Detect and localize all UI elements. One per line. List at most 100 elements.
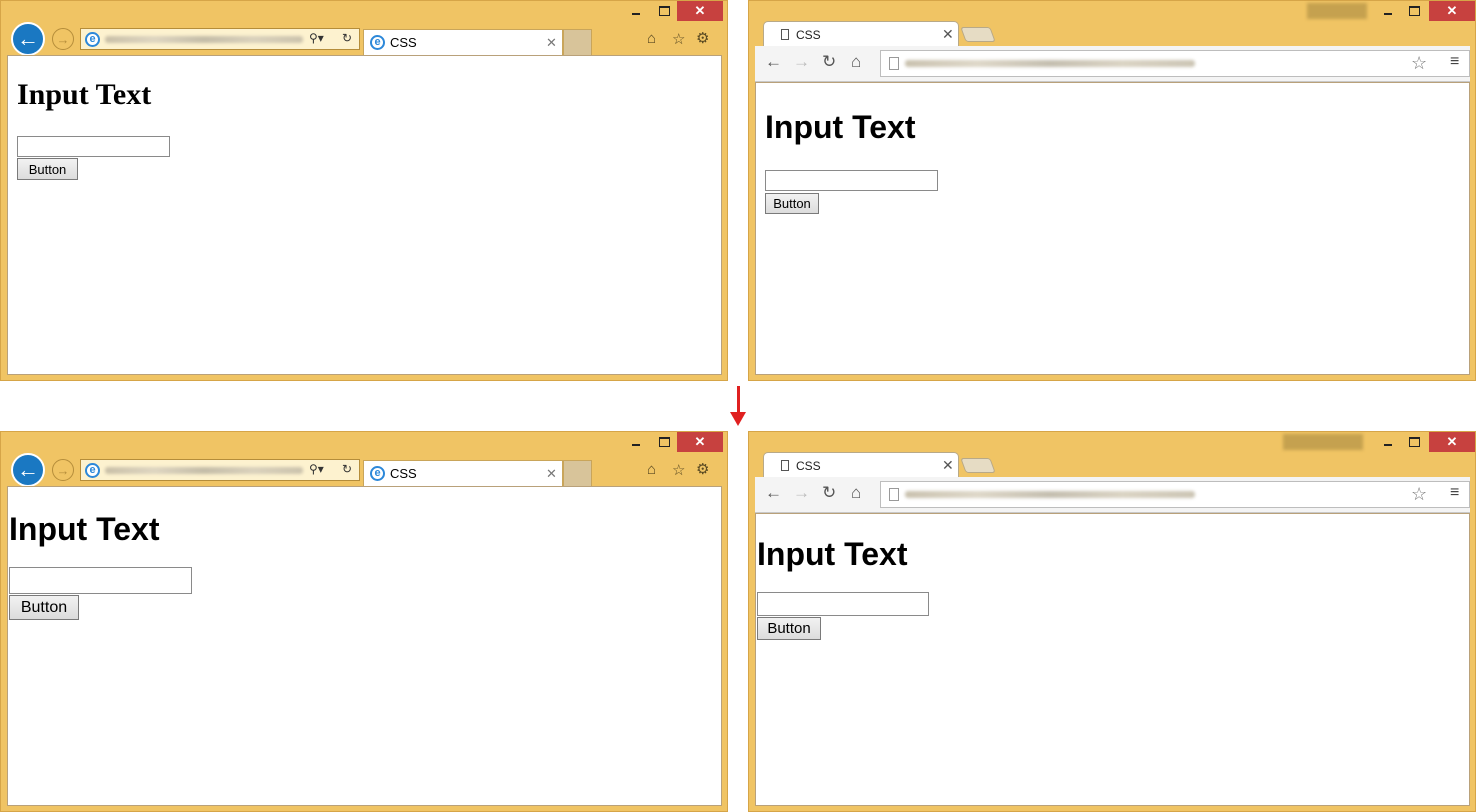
forward-arrow-icon[interactable]: → (793, 52, 810, 72)
page-heading: Input Text (17, 78, 152, 111)
bookmark-star-icon[interactable]: ☆ (1411, 53, 1427, 74)
address-bar[interactable]: e ⚲▾ ↻ (80, 28, 360, 50)
minimize-button[interactable] (1375, 432, 1401, 452)
page-viewport: Input Text Button (7, 55, 722, 375)
blurred-url (105, 467, 303, 474)
minimize-button[interactable] (1375, 1, 1401, 21)
page-icon (889, 488, 899, 501)
new-tab-button[interactable] (960, 27, 996, 42)
back-button[interactable]: ← (11, 22, 45, 56)
forward-arrow-icon: → (56, 31, 70, 47)
menu-icon[interactable]: ≡ (1450, 53, 1459, 71)
home-icon[interactable]: ⌂ (851, 483, 861, 503)
text-input[interactable] (757, 592, 929, 616)
search-icon[interactable]: ⚲▾ (309, 31, 324, 45)
new-tab-button[interactable] (960, 458, 996, 473)
submit-button[interactable]: Button (757, 617, 821, 640)
tab-close-icon[interactable]: ✕ (546, 35, 557, 51)
forward-button[interactable]: → (52, 459, 74, 481)
menu-icon[interactable]: ≡ (1450, 484, 1459, 502)
maximize-icon (1408, 6, 1420, 16)
chrome-window-after: ✕ CSS ✕ ← → ↻ ⌂ ☆ ≡ Input Text Button (748, 431, 1476, 812)
tab-close-icon[interactable]: ✕ (942, 26, 954, 43)
tab-ie-logo-icon: e (370, 35, 385, 50)
page-icon (781, 29, 789, 40)
minimize-icon (1384, 13, 1392, 15)
toolbar: ← → ↻ ⌂ ☆ ≡ (755, 477, 1470, 513)
search-icon[interactable]: ⚲▾ (309, 462, 324, 476)
back-arrow-icon[interactable]: ← (765, 483, 782, 503)
blurred-url (105, 36, 303, 43)
refresh-icon[interactable]: ↻ (342, 462, 352, 476)
tab-label: CSS (390, 35, 417, 50)
close-button[interactable]: ✕ (1429, 1, 1475, 21)
tab-label: CSS (796, 459, 821, 473)
user-profile-badge[interactable] (1307, 3, 1367, 19)
submit-button[interactable]: Button (9, 595, 79, 620)
close-button[interactable]: ✕ (677, 432, 723, 452)
text-input[interactable] (17, 136, 170, 157)
forward-arrow-icon: → (56, 462, 70, 478)
minimize-button[interactable] (623, 432, 649, 452)
gear-icon[interactable]: ⚙ (696, 29, 709, 47)
home-icon[interactable]: ⌂ (647, 461, 656, 478)
tab-css[interactable]: CSS ✕ (763, 21, 959, 47)
maximize-button[interactable] (1401, 432, 1427, 452)
transition-arrow-line (737, 386, 740, 414)
tab-css[interactable]: e CSS ✕ (363, 460, 563, 486)
gear-icon[interactable]: ⚙ (696, 460, 709, 478)
reload-icon[interactable]: ↻ (822, 52, 836, 72)
tab-css[interactable]: e CSS ✕ (363, 29, 563, 55)
favorites-star-icon[interactable]: ☆ (672, 461, 685, 479)
minimize-icon (1384, 444, 1392, 446)
new-tab-button[interactable] (563, 29, 592, 55)
transition-arrow-down-icon (730, 412, 746, 426)
ie-logo-icon: e (85, 32, 100, 47)
back-arrow-icon[interactable]: ← (765, 52, 782, 72)
tab-css[interactable]: CSS ✕ (763, 452, 959, 478)
bookmark-star-icon[interactable]: ☆ (1411, 484, 1427, 505)
refresh-icon[interactable]: ↻ (342, 31, 352, 45)
forward-button[interactable]: → (52, 28, 74, 50)
toolbar: ← → ↻ ⌂ ☆ ≡ (755, 46, 1470, 82)
back-arrow-icon: ← (17, 457, 39, 482)
minimize-button[interactable] (623, 1, 649, 21)
page-heading: Input Text (765, 109, 916, 145)
page-heading: Input Text (9, 511, 160, 547)
tab-close-icon[interactable]: ✕ (942, 457, 954, 474)
blurred-url (905, 491, 1195, 498)
page-icon (889, 57, 899, 70)
close-button[interactable]: ✕ (1429, 432, 1475, 452)
address-bar[interactable]: ☆ (880, 50, 1470, 77)
text-input[interactable] (9, 567, 192, 594)
tab-close-icon[interactable]: ✕ (546, 466, 557, 482)
maximize-icon (658, 437, 670, 447)
chrome-window-before: ✕ CSS ✕ ← → ↻ ⌂ ☆ ≡ Input Text Button (748, 0, 1476, 381)
new-tab-button[interactable] (563, 460, 592, 486)
home-icon[interactable]: ⌂ (851, 52, 861, 72)
back-arrow-icon: ← (17, 26, 39, 51)
page-viewport: Input Text Button (7, 486, 722, 806)
tab-ie-logo-icon: e (370, 466, 385, 481)
page-viewport: Input Text Button (755, 82, 1470, 375)
close-button[interactable]: ✕ (677, 1, 723, 21)
user-profile-badge[interactable] (1283, 434, 1363, 450)
submit-button[interactable]: Button (17, 158, 78, 180)
page-viewport: Input Text Button (755, 513, 1470, 806)
forward-arrow-icon[interactable]: → (793, 483, 810, 503)
maximize-button[interactable] (651, 432, 677, 452)
text-input[interactable] (765, 170, 938, 191)
maximize-button[interactable] (1401, 1, 1427, 21)
maximize-icon (658, 6, 670, 16)
minimize-icon (632, 13, 640, 15)
maximize-button[interactable] (651, 1, 677, 21)
home-icon[interactable]: ⌂ (647, 30, 656, 47)
tab-label: CSS (390, 466, 417, 481)
back-button[interactable]: ← (11, 453, 45, 487)
favorites-star-icon[interactable]: ☆ (672, 30, 685, 48)
address-bar[interactable]: ☆ (880, 481, 1470, 508)
reload-icon[interactable]: ↻ (822, 483, 836, 503)
submit-button[interactable]: Button (765, 193, 819, 214)
blurred-url (905, 60, 1195, 67)
address-bar[interactable]: e ⚲▾ ↻ (80, 459, 360, 481)
